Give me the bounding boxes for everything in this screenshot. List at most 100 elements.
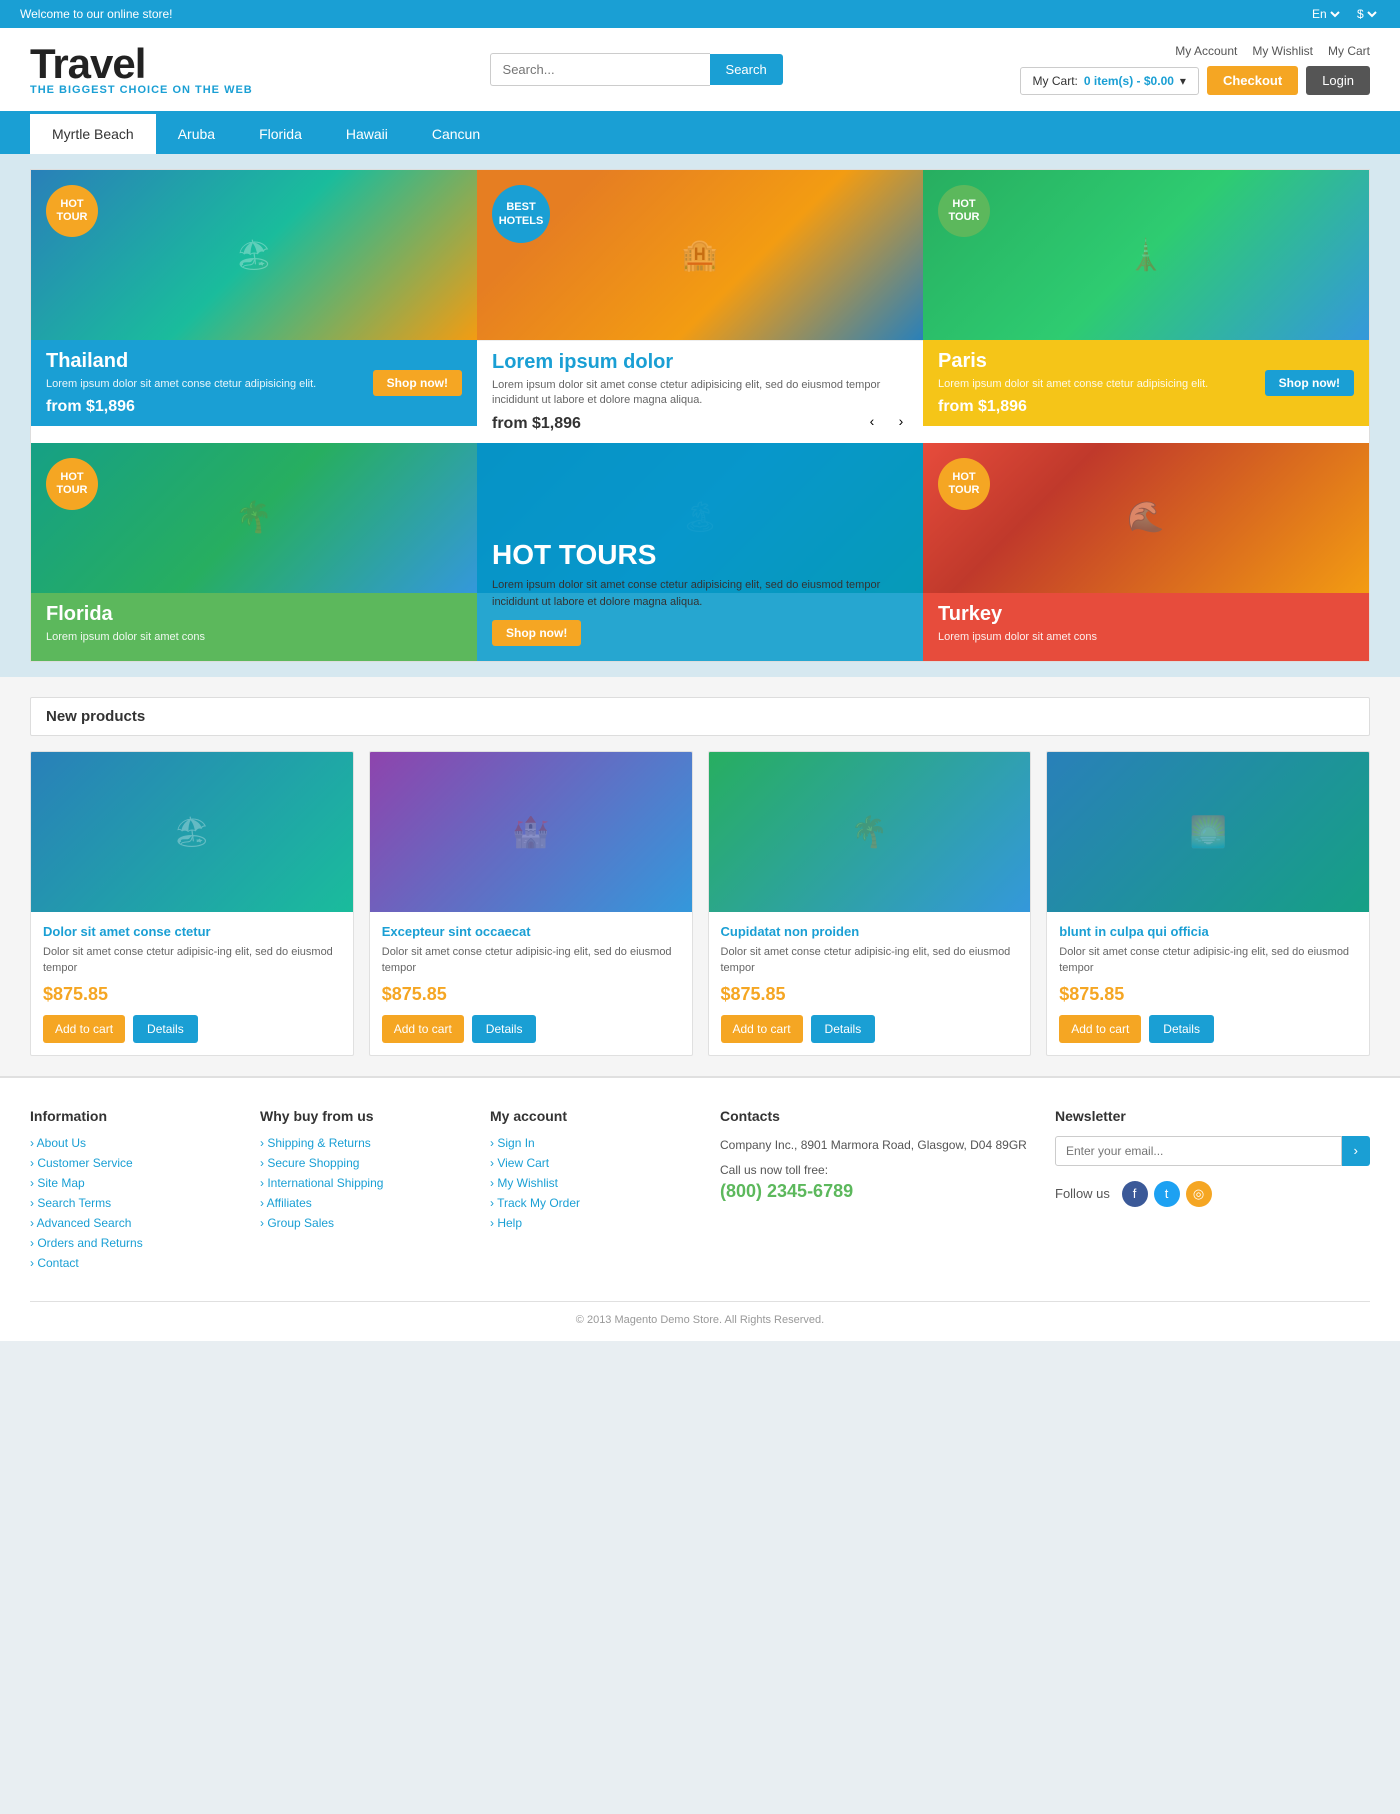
nav-tab-florida[interactable]: Florida	[237, 114, 324, 154]
follow-label: Follow us	[1055, 1186, 1110, 1201]
footer-call-label: Call us now toll free:	[720, 1163, 1035, 1177]
my-cart-link[interactable]: My Cart	[1328, 44, 1370, 58]
paris-shop-btn[interactable]: Shop now!	[1265, 370, 1354, 396]
paris-title: Paris	[938, 350, 1208, 373]
footer-link-view-cart[interactable]: View Cart	[490, 1156, 700, 1170]
product-1-details[interactable]: Details	[133, 1015, 198, 1043]
florida-image: 🌴	[235, 500, 272, 535]
nav-tabs: Myrtle Beach Aruba Florida Hawaii Cancun	[0, 114, 1400, 154]
hottours-title: HOT TOURS	[492, 539, 908, 571]
my-wishlist-link[interactable]: My Wishlist	[1252, 44, 1313, 58]
product-2-name: Excepteur sint occaecat	[382, 924, 680, 939]
header-links: My Account My Wishlist My Cart	[1175, 44, 1370, 58]
product-3-details[interactable]: Details	[811, 1015, 876, 1043]
footer-newsletter-title: Newsletter	[1055, 1108, 1370, 1124]
product-2-body: Excepteur sint occaecat Dolor sit amet c…	[370, 912, 692, 1055]
footer-link-search-terms[interactable]: Search Terms	[30, 1196, 240, 1210]
footer-link-about[interactable]: About Us	[30, 1136, 240, 1150]
hero-card-paris: 🗼 HOT TOUR Paris Lorem ipsum dolor sit a…	[923, 170, 1369, 443]
product-3-body: Cupidatat non proiden Dolor sit amet con…	[709, 912, 1031, 1055]
products-section: New products 🏖 Dolor sit amet conse ctet…	[0, 677, 1400, 1076]
footer-link-orders[interactable]: Orders and Returns	[30, 1236, 240, 1250]
header: Travel THE BIGGEST CHOICE ON THE WEB Sea…	[0, 28, 1400, 114]
hottours-shop-btn[interactable]: Shop now!	[492, 620, 581, 646]
footer-link-secure[interactable]: Secure Shopping	[260, 1156, 470, 1170]
footer-link-shipping[interactable]: Shipping & Returns	[260, 1136, 470, 1150]
newsletter-input[interactable]	[1055, 1136, 1342, 1166]
facebook-icon[interactable]: f	[1122, 1181, 1148, 1207]
follow-us: Follow us f t ◎	[1055, 1181, 1370, 1207]
hot-tour-badge-turkey: HOT TOUR	[938, 458, 990, 510]
my-account-link[interactable]: My Account	[1175, 44, 1237, 58]
logo: Travel THE BIGGEST CHOICE ON THE WEB	[30, 43, 253, 96]
search-input[interactable]	[490, 53, 710, 86]
footer-link-advanced-search[interactable]: Advanced Search	[30, 1216, 240, 1230]
product-4-details[interactable]: Details	[1149, 1015, 1214, 1043]
carousel-nav: ‹ ›	[860, 409, 913, 433]
twitter-icon[interactable]: t	[1154, 1181, 1180, 1207]
product-4-add-cart[interactable]: Add to cart	[1059, 1015, 1141, 1043]
footer-account-title: My account	[490, 1108, 700, 1124]
rss-icon[interactable]: ◎	[1186, 1181, 1212, 1207]
footer-link-sitemap[interactable]: Site Map	[30, 1176, 240, 1190]
product-4-name: blunt in culpa qui officia	[1059, 924, 1357, 939]
hottours-overlay: HOT TOURS Lorem ipsum dolor sit amet con…	[477, 443, 923, 661]
footer-link-wishlist[interactable]: My Wishlist	[490, 1176, 700, 1190]
currency-select[interactable]: $ €	[1353, 6, 1380, 22]
footer-contacts-title: Contacts	[720, 1108, 1035, 1124]
carousel-next[interactable]: ›	[889, 409, 913, 433]
footer-address: Company Inc., 8901 Marmora Road, Glasgow…	[720, 1136, 1035, 1155]
top-bar-right: En Fr $ €	[1308, 6, 1380, 22]
search-button[interactable]: Search	[710, 54, 783, 85]
login-button[interactable]: Login	[1306, 66, 1370, 95]
turkey-image: 🌊	[1127, 500, 1164, 535]
product-2-add-cart[interactable]: Add to cart	[382, 1015, 464, 1043]
newsletter-submit[interactable]: ›	[1342, 1136, 1370, 1166]
product-1-desc: Dolor sit amet conse ctetur adipisic-ing…	[43, 945, 341, 976]
hero-card-florida: 🌴 HOT TOUR Florida Lorem ipsum dolor sit…	[31, 443, 477, 661]
cart-label: My Cart:	[1033, 74, 1078, 88]
thailand-price: from $1,896	[46, 398, 316, 416]
footer-link-customer-service[interactable]: Customer Service	[30, 1156, 240, 1170]
footer-link-contact[interactable]: Contact	[30, 1256, 240, 1270]
footer-link-affiliates[interactable]: Affiliates	[260, 1196, 470, 1210]
cart-box[interactable]: My Cart: 0 item(s) - $0.00 ▾	[1020, 67, 1199, 95]
cart-count: 0 item(s) - $0.00	[1084, 74, 1174, 88]
product-3-add-cart[interactable]: Add to cart	[721, 1015, 803, 1043]
product-1-body: Dolor sit amet conse ctetur Dolor sit am…	[31, 912, 353, 1055]
product-3-desc: Dolor sit amet conse ctetur adipisic-ing…	[721, 945, 1019, 976]
product-2-price: $875.85	[382, 984, 680, 1005]
hotels-image: 🏨	[681, 238, 718, 273]
welcome-message: Welcome to our online store!	[20, 7, 173, 21]
product-2-details[interactable]: Details	[472, 1015, 537, 1043]
nav-tab-hawaii[interactable]: Hawaii	[324, 114, 410, 154]
social-icons: f t ◎	[1122, 1181, 1212, 1207]
paris-info: Paris Lorem ipsum dolor sit amet conse c…	[923, 340, 1369, 426]
footer-link-group-sales[interactable]: Group Sales	[260, 1216, 470, 1230]
footer-phone: (800) 2345-6789	[720, 1181, 1035, 1202]
nav-tab-aruba[interactable]: Aruba	[156, 114, 237, 154]
turkey-title: Turkey	[938, 603, 1354, 626]
hot-tour-badge-florida: HOT TOUR	[46, 458, 98, 510]
thailand-info: Thailand Lorem ipsum dolor sit amet cons…	[31, 340, 477, 426]
logo-title: Travel	[30, 43, 253, 85]
thailand-shop-btn[interactable]: Shop now!	[373, 370, 462, 396]
footer-col-newsletter: Newsletter › Follow us f t ◎	[1055, 1108, 1370, 1276]
carousel-prev[interactable]: ‹	[860, 409, 884, 433]
checkout-button[interactable]: Checkout	[1207, 66, 1298, 95]
nav-tab-cancun[interactable]: Cancun	[410, 114, 502, 154]
nav-tab-myrtle-beach[interactable]: Myrtle Beach	[30, 114, 156, 154]
footer-link-track-order[interactable]: Track My Order	[490, 1196, 700, 1210]
footer-link-signin[interactable]: Sign In	[490, 1136, 700, 1150]
product-1-add-cart[interactable]: Add to cart	[43, 1015, 125, 1043]
hero-card-thailand: 🏖 HOT TOUR Thailand Lorem ipsum dolor si…	[31, 170, 477, 443]
footer-link-help[interactable]: Help	[490, 1216, 700, 1230]
florida-title: Florida	[46, 603, 462, 626]
product-3-actions: Add to cart Details	[721, 1015, 1019, 1043]
language-select[interactable]: En Fr	[1308, 6, 1343, 22]
product-4-image: 🌅	[1047, 752, 1369, 912]
lorem-footer: from $1,896 ‹ ›	[492, 415, 908, 433]
product-2-desc: Dolor sit amet conse ctetur adipisic-ing…	[382, 945, 680, 976]
footer-link-intl-shipping[interactable]: International Shipping	[260, 1176, 470, 1190]
product-2-image: 🏰	[370, 752, 692, 912]
